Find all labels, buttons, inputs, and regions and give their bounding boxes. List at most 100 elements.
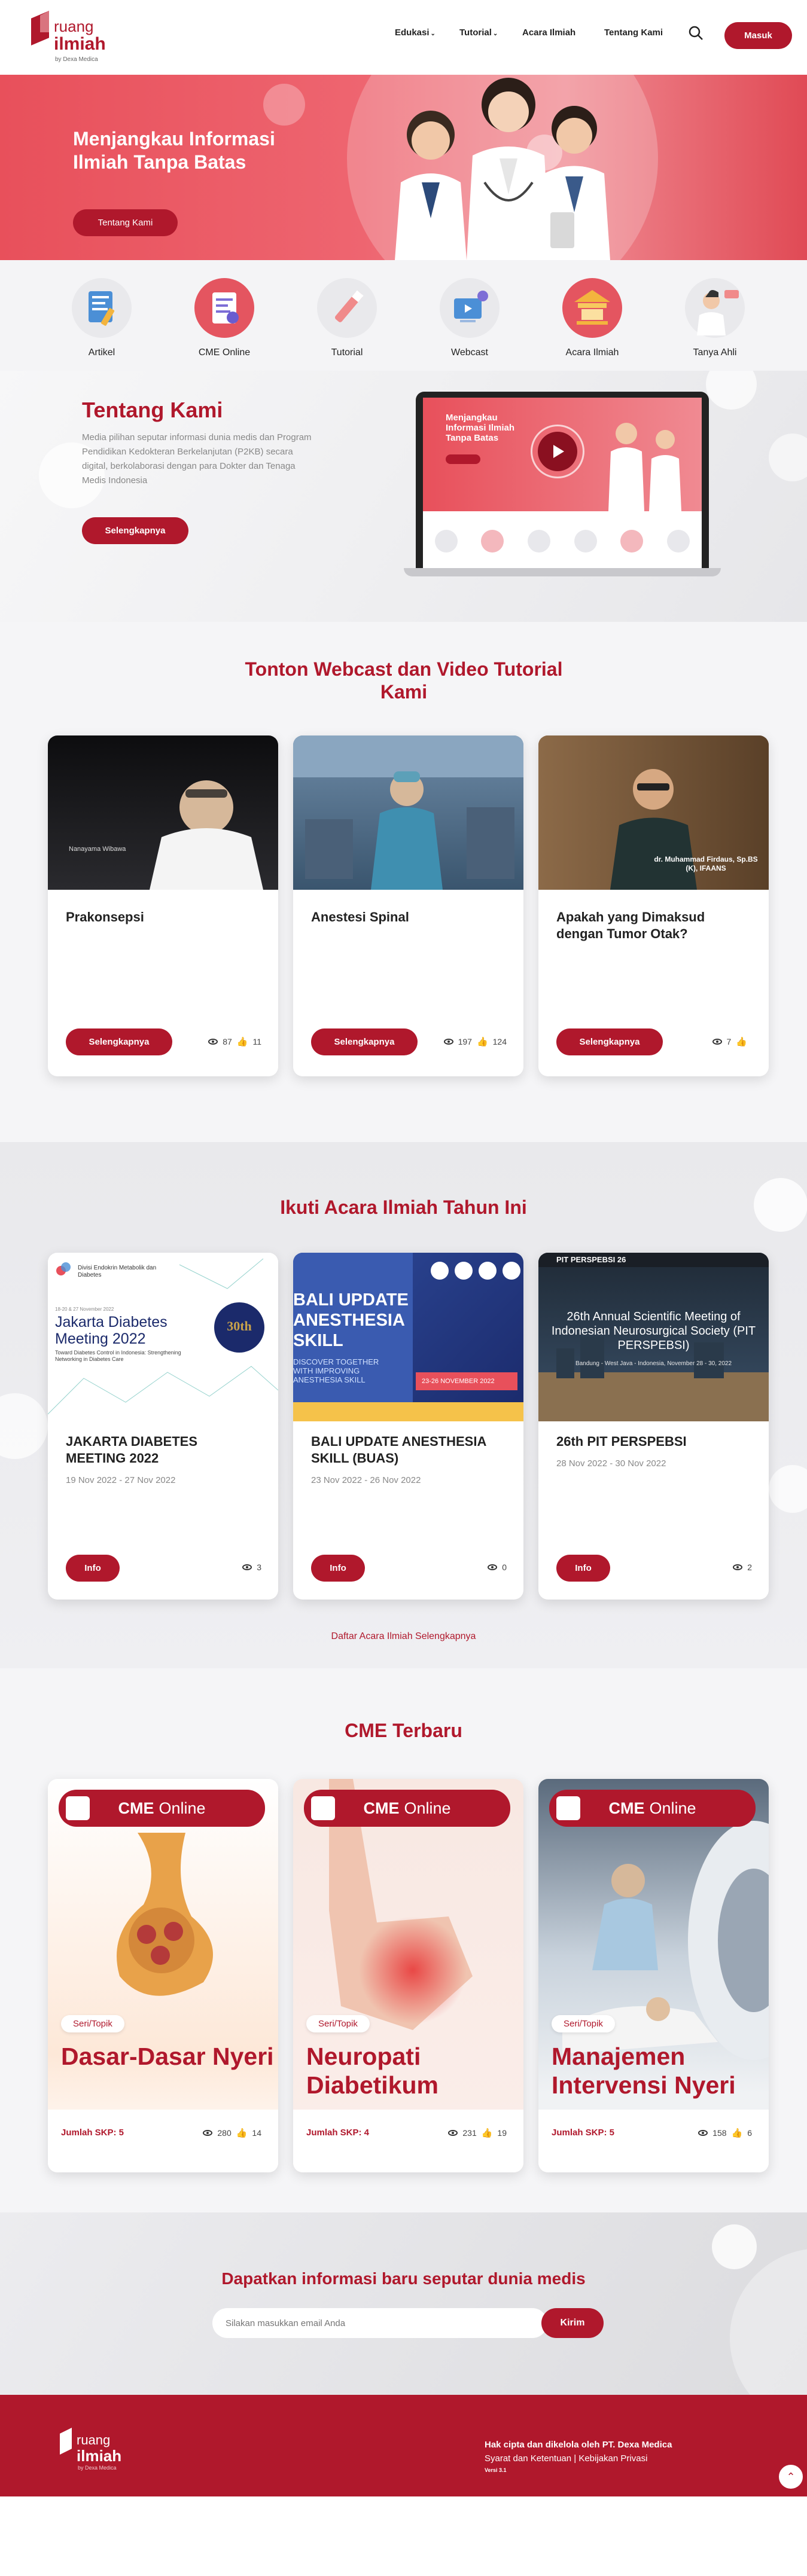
nav-acara[interactable]: Acara Ilmiah <box>522 28 575 38</box>
login-button[interactable]: Masuk <box>724 22 792 49</box>
category-cme-online[interactable]: CME Online <box>182 278 266 358</box>
cme-section: CME Terbaru CME Online Seri/Topik Dasar-D… <box>0 1668 807 2212</box>
cme-title: CME Terbaru <box>345 1720 462 1741</box>
cme-card[interactable]: CME Online Seri/Topik Manajemen Intervens… <box>538 1779 769 2172</box>
nav-edukasi[interactable]: Edukasi ⌄ <box>395 28 436 38</box>
video-caption: dr. Muhammad Firdaus, Sp.BS (K), IFAANS <box>654 855 758 872</box>
events-more-link[interactable]: Daftar Acara Ilmiah Selengkapnya <box>0 1631 807 1642</box>
category-bar: Artikel CME Online Tutorial Webcast Acar… <box>0 260 807 371</box>
about-us-button[interactable]: Tentang Kami <box>73 209 178 236</box>
info-button[interactable]: Info <box>66 1555 120 1582</box>
eye-icon <box>448 2130 458 2136</box>
doctor-icon <box>685 278 745 338</box>
topic-tag: Seri/Topik <box>61 2015 124 2032</box>
nav-tutorial[interactable]: Tutorial ⌄ <box>459 28 498 38</box>
like-icon[interactable]: 👍 <box>477 1036 488 1047</box>
webcast-card[interactable]: Nanayama Wibawa Prakonsepsi Selengkapnya… <box>48 735 278 1076</box>
chevron-up-icon: ⌃ <box>786 2470 796 2483</box>
card-title: JAKARTA DIABETES MEETING 2022 <box>66 1434 198 1466</box>
hero-title: Menjangkau Informasi Ilmiah Tanpa Batas <box>73 128 275 173</box>
event-poster[interactable]: PIT PERSPEBSI 26 26th Annual Scientific … <box>538 1253 769 1421</box>
like-icon[interactable]: 👍 <box>732 2128 743 2138</box>
webcast-title: Tonton Webcast dan Video Tutorial Kami <box>245 658 563 703</box>
video-thumbnail[interactable] <box>293 735 523 890</box>
newsletter-title: Dapatkan informasi baru seputar dunia me… <box>221 2269 586 2288</box>
video-thumbnail[interactable]: dr. Muhammad Firdaus, Sp.BS (K), IFAANS <box>538 735 769 890</box>
doctors-illustration <box>395 78 610 260</box>
cme-doc-icon <box>66 1796 90 1820</box>
event-date: 23 Nov 2022 - 26 Nov 2022 <box>311 1475 421 1485</box>
like-icon[interactable]: 👍 <box>482 2128 493 2138</box>
tutorial-icon <box>317 278 377 338</box>
skp-count: Jumlah SKP: 4 <box>306 2128 370 2138</box>
event-card[interactable]: 30th Divisi Endokrin Metabolik dan Diabe… <box>48 1253 278 1600</box>
search-icon[interactable] <box>688 25 704 41</box>
category-webcast[interactable]: Webcast <box>428 278 511 358</box>
play-icon[interactable] <box>538 432 577 471</box>
webcast-section: Tonton Webcast dan Video Tutorial Kami N… <box>0 622 807 1142</box>
footer-logo[interactable]: ruang ilmiah by Dexa Medica <box>60 2428 138 2482</box>
cme-card[interactable]: CME Online Seri/Topik Neuropati Diabetiku… <box>293 1779 523 2172</box>
logo-mark-icon <box>60 2428 72 2455</box>
email-input[interactable] <box>212 2308 547 2338</box>
like-icon[interactable]: 👍 <box>237 1036 248 1047</box>
skp-count: Jumlah SKP: 5 <box>552 2128 615 2138</box>
like-icon[interactable]: 👍 <box>236 2128 248 2138</box>
cme-badge: CME Online <box>59 1790 265 1827</box>
nav-tentang[interactable]: Tentang Kami <box>604 28 663 38</box>
cme-doc-icon <box>311 1796 335 1820</box>
cme-doc-icon <box>556 1796 580 1820</box>
events-section: Ikuti Acara Ilmiah Tahun Ini 30th Divisi… <box>0 1142 807 1668</box>
video-thumbnail[interactable]: Nanayama Wibawa <box>48 735 278 890</box>
cme-icon <box>194 278 254 338</box>
cme-badge: CME Online <box>304 1790 510 1827</box>
event-poster[interactable]: 30th Divisi Endokrin Metabolik dan Diabe… <box>48 1253 278 1421</box>
more-button[interactable]: Selengkapnya <box>556 1028 663 1055</box>
category-acara-ilmiah[interactable]: Acara Ilmiah <box>550 278 634 358</box>
webcast-card[interactable]: dr. Muhammad Firdaus, Sp.BS (K), IFAANS … <box>538 735 769 1076</box>
category-tanya-ahli[interactable]: Tanya Ahli <box>673 278 757 358</box>
about-more-button[interactable]: Selengkapnya <box>82 517 188 544</box>
webcast-card[interactable]: Anestesi Spinal Selengkapnya 197 👍 124 <box>293 735 523 1076</box>
card-title: Anestesi Spinal <box>311 909 409 924</box>
scroll-to-top-button[interactable]: ⌃ <box>778 2464 804 2490</box>
events-title: Ikuti Acara Ilmiah Tahun Ini <box>280 1197 527 1218</box>
event-card[interactable]: PIT PERSPEBSI 26 26th Annual Scientific … <box>538 1253 769 1600</box>
like-icon[interactable]: 👍 <box>736 1036 747 1047</box>
category-artikel[interactable]: Artikel <box>60 278 144 358</box>
about-title: Tentang Kami <box>82 398 223 422</box>
eye-icon <box>242 1564 252 1570</box>
topic-tag: Seri/Topik <box>552 2015 615 2032</box>
brand-line2: ilmiah <box>54 34 106 54</box>
topic-tag: Seri/Topik <box>306 2015 370 2032</box>
eye-icon <box>712 1039 722 1045</box>
brand-logo[interactable]: ruang ilmiah by Dexa Medica <box>31 8 115 67</box>
more-button[interactable]: Selengkapnya <box>66 1028 172 1055</box>
screen-title: Menjangkau Informasi Ilmiah Tanpa Batas <box>446 413 515 443</box>
more-button[interactable]: Selengkapnya <box>311 1028 418 1055</box>
eye-icon <box>488 1564 498 1570</box>
video-caption: Nanayama Wibawa <box>69 846 126 853</box>
event-poster[interactable]: BALI UPDATE ANESTHESIA SKILL DISCOVER TO… <box>293 1253 523 1421</box>
legal-links[interactable]: Syarat dan Ketentuan | Kebijakan Privasi <box>485 2453 672 2464</box>
submit-button[interactable]: Kirim <box>541 2308 604 2338</box>
card-title: Prakonsepsi <box>66 909 144 924</box>
info-button[interactable]: Info <box>556 1555 610 1582</box>
laptop-screen: Menjangkau Informasi Ilmiah Tanpa Batas <box>423 398 702 568</box>
eye-icon <box>203 2130 213 2136</box>
eye-icon <box>733 1564 743 1570</box>
info-button[interactable]: Info <box>311 1555 365 1582</box>
cme-card[interactable]: CME Online Seri/Topik Dasar-Dasar Nyeri J… <box>48 1779 278 2172</box>
cme-badge: CME Online <box>549 1790 756 1827</box>
event-card[interactable]: BALI UPDATE ANESTHESIA SKILL DISCOVER TO… <box>293 1253 523 1600</box>
header: ruang ilmiah by Dexa Medica Edukasi ⌄ Tut… <box>0 0 807 75</box>
cme-illustration <box>117 1833 213 1996</box>
hero-banner: Menjangkau Informasi Ilmiah Tanpa Batas … <box>0 75 807 260</box>
about-text: Media pilihan seputar informasi dunia me… <box>82 432 312 486</box>
brand-line3: by Dexa Medica <box>55 56 98 63</box>
category-tutorial[interactable]: Tutorial <box>305 278 389 358</box>
eye-icon <box>443 1039 453 1045</box>
footer: ruang ilmiah by Dexa Medica Hak cipta da… <box>0 2395 807 2496</box>
brand-line1: ruang <box>54 17 94 35</box>
cme-name: Dasar-Dasar Nyeri <box>61 2043 274 2070</box>
